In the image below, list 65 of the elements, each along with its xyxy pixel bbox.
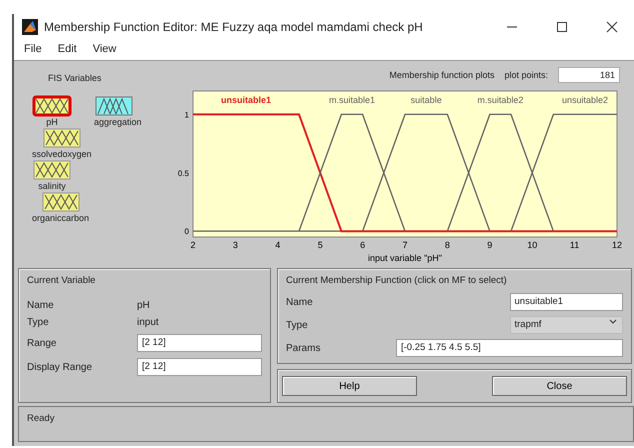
- x-tick-label: 11: [570, 240, 580, 250]
- variable-label: pH: [46, 117, 58, 127]
- mf-type-dropdown[interactable]: trapmf: [510, 316, 623, 334]
- x-tick-label: 4: [275, 240, 280, 250]
- mf-name-field[interactable]: unsuitable1: [510, 293, 623, 311]
- panel-heading: Current Membership Function (click on MF to select): [286, 275, 508, 286]
- y-tick-label: 1: [184, 110, 189, 120]
- membership-curve[interactable]: [446, 114, 554, 232]
- membership-curve[interactable]: [298, 114, 406, 232]
- field-label: Type: [27, 317, 50, 328]
- display-range-field[interactable]: [2 12]: [137, 358, 262, 376]
- membership-icon[interactable]: [42, 127, 82, 149]
- curve-label: suitable: [410, 95, 442, 105]
- field-label: Range: [27, 338, 58, 348]
- menu-item[interactable]: File: [24, 43, 42, 55]
- range-field[interactable]: [2 12]: [137, 334, 262, 352]
- maximize-icon[interactable]: [556, 21, 568, 33]
- dialog-button[interactable]: Close: [492, 376, 627, 396]
- aggregation-icon[interactable]: [94, 95, 134, 117]
- panel-heading: Current Variable: [27, 275, 96, 286]
- dialog-button[interactable]: Help: [282, 376, 417, 396]
- field-label: Params: [286, 342, 322, 354]
- x-tick-label: 9: [487, 240, 492, 250]
- variable-label: aggregation: [94, 117, 142, 127]
- status-bar: Ready: [18, 406, 634, 442]
- axis-label: input variable "pH": [368, 253, 442, 263]
- membership-icon[interactable]: [32, 95, 72, 117]
- membership-curve[interactable]: [362, 114, 490, 232]
- window-title: Membership Function Editor: ME Fuzzy aqa model mamdami check pH: [44, 20, 424, 34]
- membership-curve[interactable]: [193, 113, 617, 232]
- x-tick-label: 12: [612, 240, 622, 250]
- plot-points-field[interactable]: 181: [558, 67, 620, 83]
- variable-name: pH: [137, 300, 151, 311]
- membership-curve[interactable]: [510, 114, 617, 232]
- close-icon[interactable]: [606, 21, 618, 33]
- curve-label: m.suitable2: [477, 95, 524, 105]
- x-tick-label: 6: [360, 240, 366, 250]
- menu-item[interactable]: View: [92, 43, 116, 55]
- x-tick-label: 8: [444, 240, 450, 250]
- x-tick-label: 5: [318, 240, 323, 250]
- menu-item[interactable]: Edit: [58, 43, 77, 55]
- variable-type: input: [137, 317, 160, 328]
- x-tick-label: 3: [232, 240, 238, 250]
- membership-icon[interactable]: [32, 159, 72, 181]
- plot-points-label: plot points:: [504, 70, 548, 80]
- curve-label: m.suitable1: [328, 95, 376, 105]
- x-tick-label: 2: [190, 240, 196, 250]
- section-heading: FIS Variables: [48, 73, 102, 83]
- x-tick-label: 10: [527, 240, 538, 250]
- y-tick-label: 0: [184, 227, 189, 236]
- x-tick-label: 7: [402, 240, 408, 250]
- variable-label: organiccarbon: [32, 213, 90, 223]
- field-label: Name: [286, 296, 314, 308]
- app-logo-icon: [22, 19, 38, 35]
- variable-label: ssolvedoxygen: [32, 149, 92, 159]
- field-label: Type: [286, 320, 309, 330]
- field-label: Name: [27, 300, 55, 311]
- params-field[interactable]: [-0.25 1.75 4.5 5.5]: [396, 339, 623, 357]
- field-label: Display Range: [27, 362, 94, 372]
- curve-label: unsuitable1: [221, 95, 271, 105]
- membership-icon[interactable]: [40, 191, 81, 213]
- curve-label: unsuitable2: [562, 95, 608, 105]
- y-tick-label: 0.5: [178, 168, 189, 178]
- variable-label: salinity: [38, 181, 66, 191]
- chart-title: Membership function plots: [389, 70, 494, 80]
